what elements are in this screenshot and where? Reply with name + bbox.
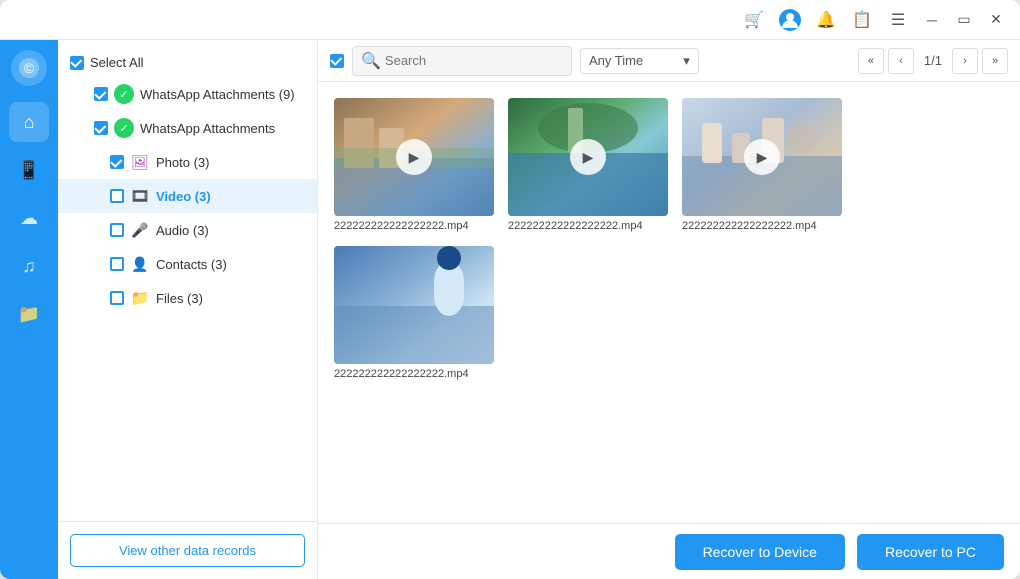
store-icon[interactable]: 🛒 bbox=[740, 6, 768, 34]
last-page-button[interactable]: » bbox=[982, 48, 1008, 74]
time-filter-select[interactable]: Any Time ▾ bbox=[580, 48, 699, 74]
whatsapp-top-item[interactable]: ✓ WhatsApp Attachments (9) bbox=[58, 77, 317, 111]
nav-music[interactable]: ♫ bbox=[9, 246, 49, 286]
main-window: 🛒 🔔 📋 ☰ ─ ▭ ✕ © ⌂ 📱 ☁ ♫ 📁 bbox=[0, 0, 1020, 579]
select-all-checkbox[interactable] bbox=[70, 56, 84, 70]
nav-home[interactable]: ⌂ bbox=[9, 102, 49, 142]
audio-icon: 🎤 bbox=[130, 220, 150, 240]
pagination: « ‹ 1/1 › » bbox=[858, 48, 1008, 74]
first-page-button[interactable]: « bbox=[858, 48, 884, 74]
files-label: Files (3) bbox=[156, 291, 203, 306]
video-thumb-3: ▶ bbox=[682, 98, 842, 216]
files-icon: 📁 bbox=[130, 288, 150, 308]
nav-phone[interactable]: 📱 bbox=[9, 150, 49, 190]
bottom-bar: Recover to Device Recover to PC bbox=[318, 523, 1020, 579]
video-icon: 🎞 bbox=[130, 186, 150, 206]
play-button-3[interactable]: ▶ bbox=[744, 139, 780, 175]
nav-cloud[interactable]: ☁ bbox=[9, 198, 49, 238]
contacts-checkbox[interactable] bbox=[110, 257, 124, 271]
titlebar-icons: 🛒 🔔 📋 ☰ ─ ▭ ✕ bbox=[740, 6, 1008, 34]
file-tree-content: Select All ✓ WhatsApp Attachments (9) ✓ … bbox=[58, 40, 317, 521]
photo-checkbox[interactable] bbox=[110, 155, 124, 169]
whatsapp-sub-item[interactable]: ✓ WhatsApp Attachments bbox=[58, 111, 317, 145]
whatsapp-icon: ✓ bbox=[114, 84, 134, 104]
video-item[interactable]: 🎞 Video (3) bbox=[58, 179, 317, 213]
video-checkbox[interactable] bbox=[110, 189, 124, 203]
view-other-records-button[interactable]: View other data records bbox=[70, 534, 305, 567]
close-button[interactable]: ✕ bbox=[984, 8, 1008, 32]
contacts-icon: 👤 bbox=[130, 254, 150, 274]
play-button-2[interactable]: ▶ bbox=[570, 139, 606, 175]
toolbar-select-all-checkbox[interactable] bbox=[330, 54, 344, 68]
whatsapp-top-label: WhatsApp Attachments (9) bbox=[140, 87, 295, 102]
contacts-item[interactable]: 👤 Contacts (3) bbox=[58, 247, 317, 281]
video-item-3[interactable]: ▶ 222222222222222222.mp4 bbox=[682, 98, 842, 232]
whatsapp-sub-label: WhatsApp Attachments bbox=[140, 121, 275, 136]
whatsapp-sub-icon: ✓ bbox=[114, 118, 134, 138]
minimize-button[interactable]: ─ bbox=[920, 8, 944, 32]
video-item-2[interactable]: ▶ 222222222222222222.mp4 bbox=[508, 98, 668, 232]
nav-folder[interactable]: 📁 bbox=[9, 294, 49, 334]
video-name-2: 222222222222222222.mp4 bbox=[508, 220, 643, 232]
photo-icon: 🖼 bbox=[130, 152, 150, 172]
video-thumb-2: ▶ bbox=[508, 98, 668, 216]
file-tree-footer: View other data records bbox=[58, 521, 317, 579]
next-page-button[interactable]: › bbox=[952, 48, 978, 74]
select-all-item[interactable]: Select All bbox=[58, 48, 317, 77]
search-input[interactable] bbox=[385, 53, 563, 68]
toolbar: 🔍 Any Time ▾ « ‹ 1/1 › » bbox=[318, 40, 1020, 82]
main-panel: 🔍 Any Time ▾ « ‹ 1/1 › » bbox=[318, 40, 1020, 579]
search-icon: 🔍 bbox=[361, 51, 381, 71]
menu-icon[interactable]: ☰ bbox=[884, 6, 912, 34]
video-grid: ▶ 222222222222222222.mp4 bbox=[334, 98, 1004, 380]
files-checkbox[interactable] bbox=[110, 291, 124, 305]
maximize-button[interactable]: ▭ bbox=[952, 8, 976, 32]
play-button-1[interactable]: ▶ bbox=[396, 139, 432, 175]
audio-label: Audio (3) bbox=[156, 223, 209, 238]
file-tree-panel: Select All ✓ WhatsApp Attachments (9) ✓ … bbox=[58, 40, 318, 579]
page-info: 1/1 bbox=[918, 53, 948, 68]
prev-page-button[interactable]: ‹ bbox=[888, 48, 914, 74]
time-filter-label: Any Time bbox=[589, 53, 643, 68]
whatsapp-top-checkbox[interactable] bbox=[94, 87, 108, 101]
clipboard-icon[interactable]: 📋 bbox=[848, 6, 876, 34]
photo-item[interactable]: 🖼 Photo (3) bbox=[58, 145, 317, 179]
video-label: Video (3) bbox=[156, 189, 211, 204]
video-name-1: 222222222222222222.mp4 bbox=[334, 220, 469, 232]
video-grid-area: ▶ 222222222222222222.mp4 bbox=[318, 82, 1020, 523]
audio-item[interactable]: 🎤 Audio (3) bbox=[58, 213, 317, 247]
video-item-4[interactable]: 222222222222222222.mp4 bbox=[334, 246, 494, 380]
whatsapp-sub-checkbox[interactable] bbox=[94, 121, 108, 135]
video-thumb-4 bbox=[334, 246, 494, 364]
audio-checkbox[interactable] bbox=[110, 223, 124, 237]
app-logo: © bbox=[11, 50, 47, 86]
files-item[interactable]: 📁 Files (3) bbox=[58, 281, 317, 315]
video-name-4: 222222222222222222.mp4 bbox=[334, 368, 469, 380]
video-name-3: 222222222222222222.mp4 bbox=[682, 220, 817, 232]
photo-label: Photo (3) bbox=[156, 155, 209, 170]
recover-to-device-button[interactable]: Recover to Device bbox=[675, 534, 845, 570]
video-item-1[interactable]: ▶ 222222222222222222.mp4 bbox=[334, 98, 494, 232]
search-box[interactable]: 🔍 bbox=[352, 46, 572, 76]
main-content: © ⌂ 📱 ☁ ♫ 📁 Select All ✓ WhatsApp Attac bbox=[0, 40, 1020, 579]
sidebar-nav: © ⌂ 📱 ☁ ♫ 📁 bbox=[0, 40, 58, 579]
recover-to-pc-button[interactable]: Recover to PC bbox=[857, 534, 1004, 570]
contacts-label: Contacts (3) bbox=[156, 257, 227, 272]
user-icon[interactable] bbox=[776, 6, 804, 34]
bell-icon[interactable]: 🔔 bbox=[812, 6, 840, 34]
svg-text:©: © bbox=[24, 60, 35, 76]
video-thumb-1: ▶ bbox=[334, 98, 494, 216]
chevron-down-icon: ▾ bbox=[683, 53, 690, 69]
titlebar: 🛒 🔔 📋 ☰ ─ ▭ ✕ bbox=[0, 0, 1020, 40]
select-all-label: Select All bbox=[90, 55, 143, 70]
